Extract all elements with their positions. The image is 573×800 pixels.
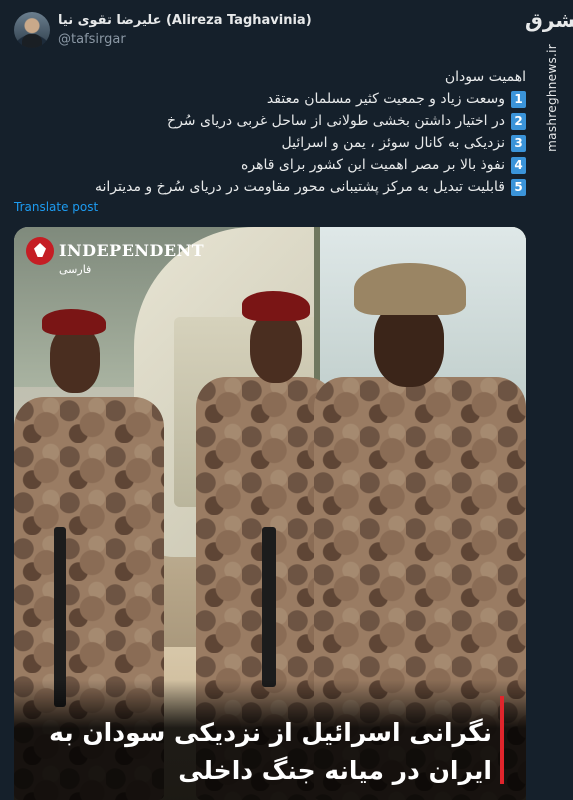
list-item: 3 نزدیکی به کانال سوئز ، یمن و اسرائیل (14, 132, 526, 154)
tweet-title: اهمیت سودان (444, 69, 526, 85)
list-item-text: در اختیار داشتن بخشی طولانی از ساحل غربی… (167, 113, 505, 129)
list-item-text: وسعت زیاد و جمعیت کثیر مسلمان معتقد (266, 91, 505, 107)
eagle-icon (26, 237, 54, 265)
author-avatar[interactable] (14, 12, 50, 48)
number-badge: 4 (511, 156, 526, 174)
brand-logo: مشرق (525, 8, 573, 32)
list-item: 2 در اختیار داشتن بخشی طولانی از ساحل غرب… (14, 110, 526, 132)
caption-accent-bar (500, 696, 504, 784)
number-badge: 5 (511, 178, 526, 196)
tweet-header: علیرضا تقوی نیا (Alireza Taghavinia) @ta… (14, 12, 484, 56)
translate-post-link[interactable]: Translate post (14, 200, 98, 214)
list-item-text: نفوذ بالا بر مصر اهمیت این کشور برای قاه… (241, 157, 505, 173)
author-handle[interactable]: @tafsirgar (58, 32, 126, 47)
number-badge: 2 (511, 112, 526, 130)
author-display-name[interactable]: علیرضا تقوی نیا (Alireza Taghavinia) (58, 13, 312, 28)
brand-url: mashreghnews.ir (545, 44, 559, 152)
image-caption-overlay: نگرانی اسرائیل از نزدیکی سودان به ایران … (14, 680, 526, 800)
tweet-media-image[interactable]: INDEPENDENT فارسی نگرانی اسرائیل از نزدی… (14, 227, 526, 800)
list-item: 4 نفوذ بالا بر مصر اهمیت این کشور برای قا… (14, 154, 526, 176)
logo-subtitle: فارسی (59, 263, 92, 276)
number-badge: 1 (511, 90, 526, 108)
list-item-text: قابلیت تبدیل به مرکز پشتیبانی محور مقاوم… (94, 179, 505, 195)
watermark-brand: مشرق mashreghnews.ir (519, 8, 573, 152)
list-item-text: نزدیکی به کانال سوئز ، یمن و اسرائیل (281, 135, 505, 151)
list-item: 1 وسعت زیاد و جمعیت کثیر مسلمان معتقد (14, 88, 526, 110)
list-item: 5 قابلیت تبدیل به مرکز پشتیبانی محور مقاو… (14, 176, 526, 198)
logo-name: INDEPENDENT (59, 241, 205, 260)
number-badge: 3 (511, 134, 526, 152)
independent-logo: INDEPENDENT فارسی (26, 237, 204, 276)
image-caption: نگرانی اسرائیل از نزدیکی سودان به ایران … (49, 718, 492, 785)
tweet-text: اهمیت سودان 1 وسعت زیاد و جمعیت کثیر مسلم… (14, 66, 526, 198)
